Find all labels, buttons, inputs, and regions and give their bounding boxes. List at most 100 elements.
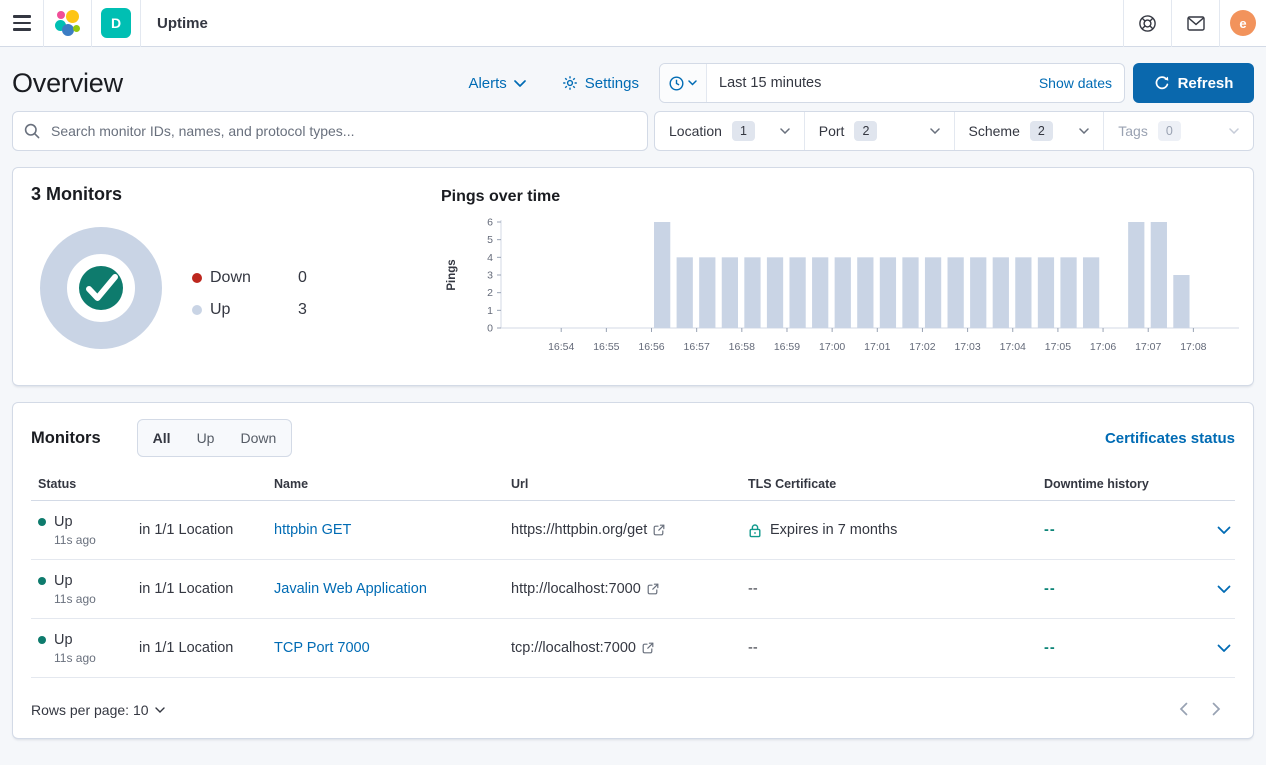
alerts-dropdown-button[interactable]: Alerts (468, 75, 525, 92)
svg-text:17:02: 17:02 (909, 341, 935, 353)
filter-group: Location1Port2Scheme2Tags0 (654, 111, 1254, 151)
up-dot-icon (192, 305, 202, 315)
filter-tags[interactable]: Tags0 (1103, 112, 1253, 150)
column-header-tls: TLS Certificate (741, 477, 1037, 491)
filter-label: Location (669, 123, 722, 139)
pings-chart-title: Pings over time (441, 188, 560, 206)
chevron-down-icon (155, 707, 165, 713)
help-button[interactable] (1124, 0, 1171, 47)
status-tab-down[interactable]: Down (227, 420, 289, 456)
svg-text:16:58: 16:58 (729, 341, 755, 353)
menu-icon[interactable] (0, 0, 43, 47)
svg-text:4: 4 (487, 252, 493, 264)
expand-row-button[interactable] (1177, 644, 1235, 653)
svg-text:2: 2 (487, 287, 493, 299)
newsfeed-button[interactable] (1172, 0, 1219, 47)
user-avatar[interactable]: e (1230, 10, 1256, 36)
monitor-name-link[interactable]: TCP Port 7000 (267, 640, 504, 656)
filter-label: Scheme (969, 123, 1020, 139)
status-legend: Down0Up3 (192, 262, 307, 326)
monitor-status-cell: Up11s ago (31, 573, 132, 606)
monitor-tls-cell: -- (741, 640, 1037, 656)
expand-row-button[interactable] (1177, 526, 1235, 535)
chevron-down-icon (688, 80, 697, 86)
down-dot-icon (192, 273, 202, 283)
snapshot-panel: 3 Monitors Down0Up3 Pings over time 0123… (12, 167, 1254, 386)
pings-over-time-chart: 012345616:5416:5516:5616:5716:5816:5917:… (441, 216, 1253, 368)
divider (91, 0, 92, 47)
svg-text:17:05: 17:05 (1045, 341, 1071, 353)
pagination (1179, 702, 1235, 719)
filter-port[interactable]: Port2 (804, 112, 954, 150)
filter-scheme[interactable]: Scheme2 (954, 112, 1104, 150)
downtime-history-cell: -- (1037, 522, 1177, 538)
monitor-url-link[interactable]: http://localhost:7000 (504, 581, 741, 597)
settings-button[interactable]: Settings (562, 75, 639, 92)
clock-icon (669, 76, 684, 91)
legend-item: Down0 (192, 262, 307, 294)
chevron-left-icon (1179, 702, 1188, 716)
column-header-downtime: Downtime history (1037, 477, 1177, 491)
monitor-location-cell: in 1/1 Location (132, 581, 267, 597)
svg-text:17:06: 17:06 (1090, 341, 1116, 353)
up-status-dot-icon (38, 636, 46, 644)
legend-label: Up (210, 301, 298, 319)
search-input[interactable] (12, 111, 648, 151)
monitor-location-cell: in 1/1 Location (132, 640, 267, 656)
quick-time-menu-button[interactable] (660, 64, 707, 102)
refresh-icon (1154, 75, 1170, 91)
monitor-url-link[interactable]: https://httpbin.org/get (504, 522, 741, 538)
svg-text:3: 3 (487, 270, 493, 282)
downtime-history-cell: -- (1037, 581, 1177, 597)
refresh-label: Refresh (1178, 75, 1234, 92)
monitors-count-title: 3 Monitors (31, 184, 122, 205)
monitor-row: Up11s agoin 1/1 Locationhttpbin GEThttps… (31, 501, 1235, 560)
refresh-button[interactable]: Refresh (1133, 63, 1254, 103)
svg-text:16:55: 16:55 (593, 341, 619, 353)
show-dates-button[interactable]: Show dates (1039, 75, 1124, 91)
search-icon (24, 123, 40, 139)
time-range-value[interactable]: Last 15 minutes (707, 75, 833, 91)
external-link-icon (653, 524, 665, 536)
filter-location[interactable]: Location1 (655, 112, 804, 150)
chevron-down-icon (1229, 128, 1239, 134)
status-tab-all[interactable]: All (140, 420, 184, 456)
chevron-down-icon (1217, 644, 1231, 653)
monitor-name-link[interactable]: Javalin Web Application (267, 581, 504, 597)
status-tab-up[interactable]: Up (184, 420, 228, 456)
status-donut-chart (39, 226, 163, 350)
rows-per-page-button[interactable]: Rows per page: 10 (31, 702, 165, 718)
monitor-name-link[interactable]: httpbin GET (267, 522, 504, 538)
url-text: https://httpbin.org/get (511, 522, 647, 538)
elastic-logo[interactable] (44, 0, 91, 47)
certificates-status-link[interactable]: Certificates status (1105, 430, 1235, 447)
app-title: Uptime (157, 15, 208, 32)
lock-icon (748, 523, 762, 538)
monitor-location-cell: in 1/1 Location (132, 522, 267, 538)
svg-text:17:07: 17:07 (1135, 341, 1161, 353)
monitor-tls-cell: Expires in 7 months (741, 522, 1037, 538)
rows-per-page-label: Rows per page: 10 (31, 702, 149, 718)
chevron-right-icon (1212, 702, 1221, 716)
monitor-row: Up11s agoin 1/1 LocationTCP Port 7000tcp… (31, 619, 1235, 678)
column-header-name: Name (267, 477, 504, 491)
filter-label: Tags (1118, 123, 1148, 139)
page-title: Overview (12, 68, 123, 99)
external-link-icon (642, 642, 654, 654)
monitor-url-link[interactable]: tcp://localhost:7000 (504, 640, 741, 656)
tls-text: -- (748, 581, 758, 597)
elastic-logo-icon (55, 10, 81, 36)
table-header-row: Status Name Url TLS Certificate Downtime… (31, 477, 1235, 501)
legend-item: Up3 (192, 294, 307, 326)
filter-label: Port (819, 123, 845, 139)
next-page-button[interactable] (1212, 702, 1221, 719)
previous-page-button[interactable] (1179, 702, 1188, 719)
external-link-icon (647, 583, 659, 595)
status-timestamp: 11s ago (54, 592, 96, 606)
space-badge[interactable]: D (101, 8, 131, 38)
search-box (12, 111, 648, 151)
divider (1219, 0, 1220, 47)
tls-text: -- (748, 640, 758, 656)
expand-row-button[interactable] (1177, 585, 1235, 594)
chevron-down-icon (1217, 526, 1231, 535)
